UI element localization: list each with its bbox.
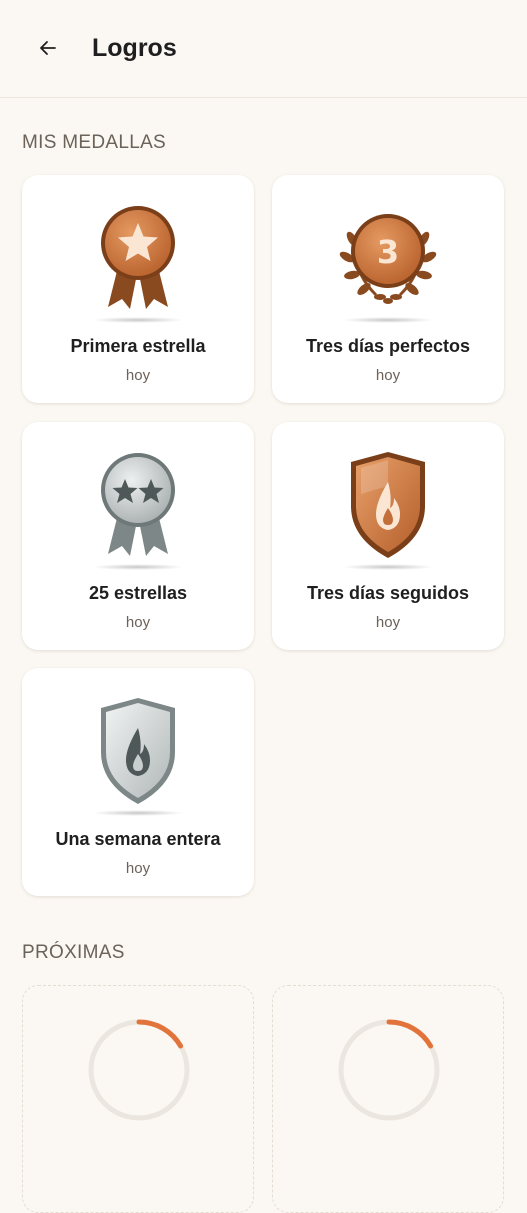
upcoming-medal-card[interactable] [22, 985, 254, 1213]
medal-date: hoy [375, 367, 401, 384]
medal-name: Una semana entera [55, 829, 221, 849]
progress-ring-icon [88, 1019, 190, 1121]
bronze-star-ribbon-medal-icon [101, 206, 175, 309]
medal-card-tres-dias-perfectos[interactable]: 3 Tres días perfectos hoy [272, 175, 504, 403]
medal-date: hoy [125, 614, 151, 631]
medal-shadow [342, 564, 434, 570]
medal-card-tres-dias-seguidos[interactable]: Tres días seguidos hoy [272, 422, 504, 650]
medal-date: hoy [125, 367, 151, 384]
medal-shadow [92, 564, 184, 570]
medal-name: Tres días perfectos [305, 336, 471, 356]
medal-shadow [342, 317, 434, 323]
arrow-left-icon [40, 41, 56, 55]
medal-date: hoy [125, 860, 151, 877]
upcoming-medal-card[interactable] [272, 985, 504, 1213]
medal-card-primera-estrella[interactable]: Primera estrella hoy [22, 175, 254, 403]
silver-two-stars-ribbon-medal-icon [101, 453, 175, 556]
medal-name: Tres días seguidos [306, 583, 470, 603]
medal-name: 25 estrellas [88, 583, 188, 603]
page-title: Logros [92, 34, 177, 62]
svg-text:3: 3 [377, 233, 399, 271]
silver-flame-shield-icon [101, 698, 175, 804]
section-title-upcoming: PRÓXIMAS [22, 942, 125, 963]
medal-date: hoy [375, 614, 401, 631]
progress-ring-icon [338, 1019, 440, 1121]
bronze-flame-shield-icon [351, 452, 425, 558]
bronze-laurel-3-medal-icon: 3 [339, 214, 437, 304]
back-button[interactable] [30, 30, 66, 66]
medal-card-una-semana-entera[interactable]: Una semana entera hoy [22, 668, 254, 896]
medal-shadow [92, 317, 184, 323]
medal-card-25-estrellas[interactable]: 25 estrellas hoy [22, 422, 254, 650]
section-title-earned: MIS MEDALLAS [22, 132, 167, 153]
medal-name: Primera estrella [70, 336, 206, 356]
app-header: Logros [0, 0, 527, 98]
medal-shadow [92, 810, 184, 816]
